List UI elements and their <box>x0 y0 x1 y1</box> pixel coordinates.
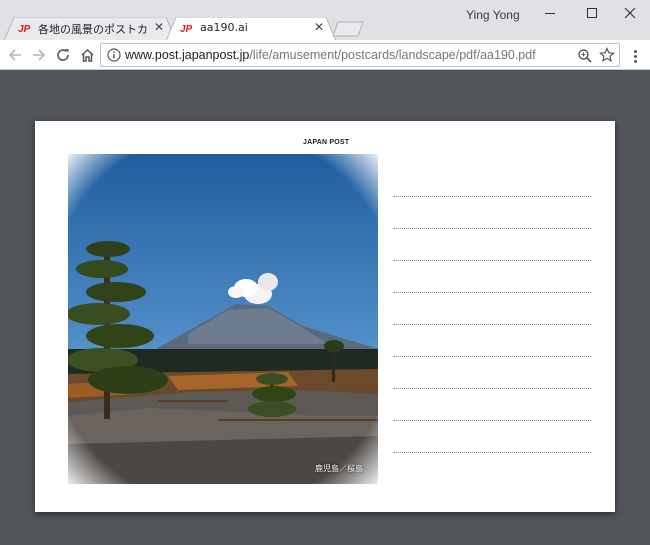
address-line <box>393 292 591 293</box>
menu-dot-icon <box>633 54 637 58</box>
url-host: www.post.japanpost.jp <box>125 48 250 62</box>
profile-name[interactable]: Ying Yong <box>466 8 520 22</box>
close-icon <box>624 7 636 19</box>
reload-button[interactable] <box>52 44 74 66</box>
menu-dot-icon <box>633 49 637 53</box>
address-line <box>393 388 591 389</box>
address-line <box>393 356 591 357</box>
japanpost-favicon-icon: JP <box>180 24 193 34</box>
url-text[interactable]: www.post.japanpost.jp/life/amusement/pos… <box>125 48 536 62</box>
reload-icon <box>57 49 69 61</box>
arrow-left-icon <box>8 49 21 61</box>
photo-caption: 鹿児島／桜島 <box>315 464 363 473</box>
tab-label: 各地の風景のポストカー <box>38 23 148 36</box>
url-path: /life/amusement/postcards/landscape/pdf/… <box>249 48 536 62</box>
bookmark-star-icon[interactable] <box>599 47 615 63</box>
svg-text:JP: JP <box>180 24 193 34</box>
new-tab-button[interactable] <box>332 21 364 37</box>
forward-button[interactable] <box>28 44 50 66</box>
minimize-button[interactable] <box>530 0 570 26</box>
pdf-viewer[interactable]: JAPAN POST 鹿児島／桜島 <box>0 71 650 545</box>
tab-postcards[interactable]: JP 各地の風景のポストカー ✕ <box>4 17 176 41</box>
svg-text:JP: JP <box>18 24 31 34</box>
home-button[interactable] <box>76 44 98 66</box>
browser-menu-button[interactable] <box>626 46 644 66</box>
postcard-brand: JAPAN POST <box>303 139 350 146</box>
minimize-icon <box>545 12 555 14</box>
arrow-right-icon <box>33 49 46 61</box>
address-line <box>393 196 591 197</box>
maximize-button[interactable] <box>572 0 612 26</box>
address-line <box>393 420 591 421</box>
sakurajima-photo <box>68 154 378 484</box>
info-icon[interactable] <box>107 48 121 62</box>
tab-aa190[interactable]: JP aa190.ai ✕ <box>166 17 336 41</box>
zoom-icon[interactable] <box>577 48 593 64</box>
postcard-page: JAPAN POST 鹿児島／桜島 <box>35 121 615 512</box>
close-window-button[interactable] <box>610 0 650 26</box>
address-bar[interactable]: www.post.japanpost.jp/life/amusement/pos… <box>100 43 620 67</box>
maximize-icon <box>587 8 597 18</box>
address-line <box>393 228 591 229</box>
menu-dot-icon <box>633 59 637 63</box>
home-icon <box>80 48 94 62</box>
tab-close-icon[interactable]: ✕ <box>152 20 166 34</box>
back-button[interactable] <box>4 44 26 66</box>
tab-close-icon[interactable]: ✕ <box>312 20 326 34</box>
tab-label: aa190.ai <box>200 21 248 34</box>
address-line <box>393 260 591 261</box>
japanpost-favicon-icon: JP <box>18 24 31 34</box>
toolbar: www.post.japanpost.jp/life/amusement/pos… <box>0 40 650 70</box>
address-line <box>393 324 591 325</box>
address-line <box>393 452 591 453</box>
